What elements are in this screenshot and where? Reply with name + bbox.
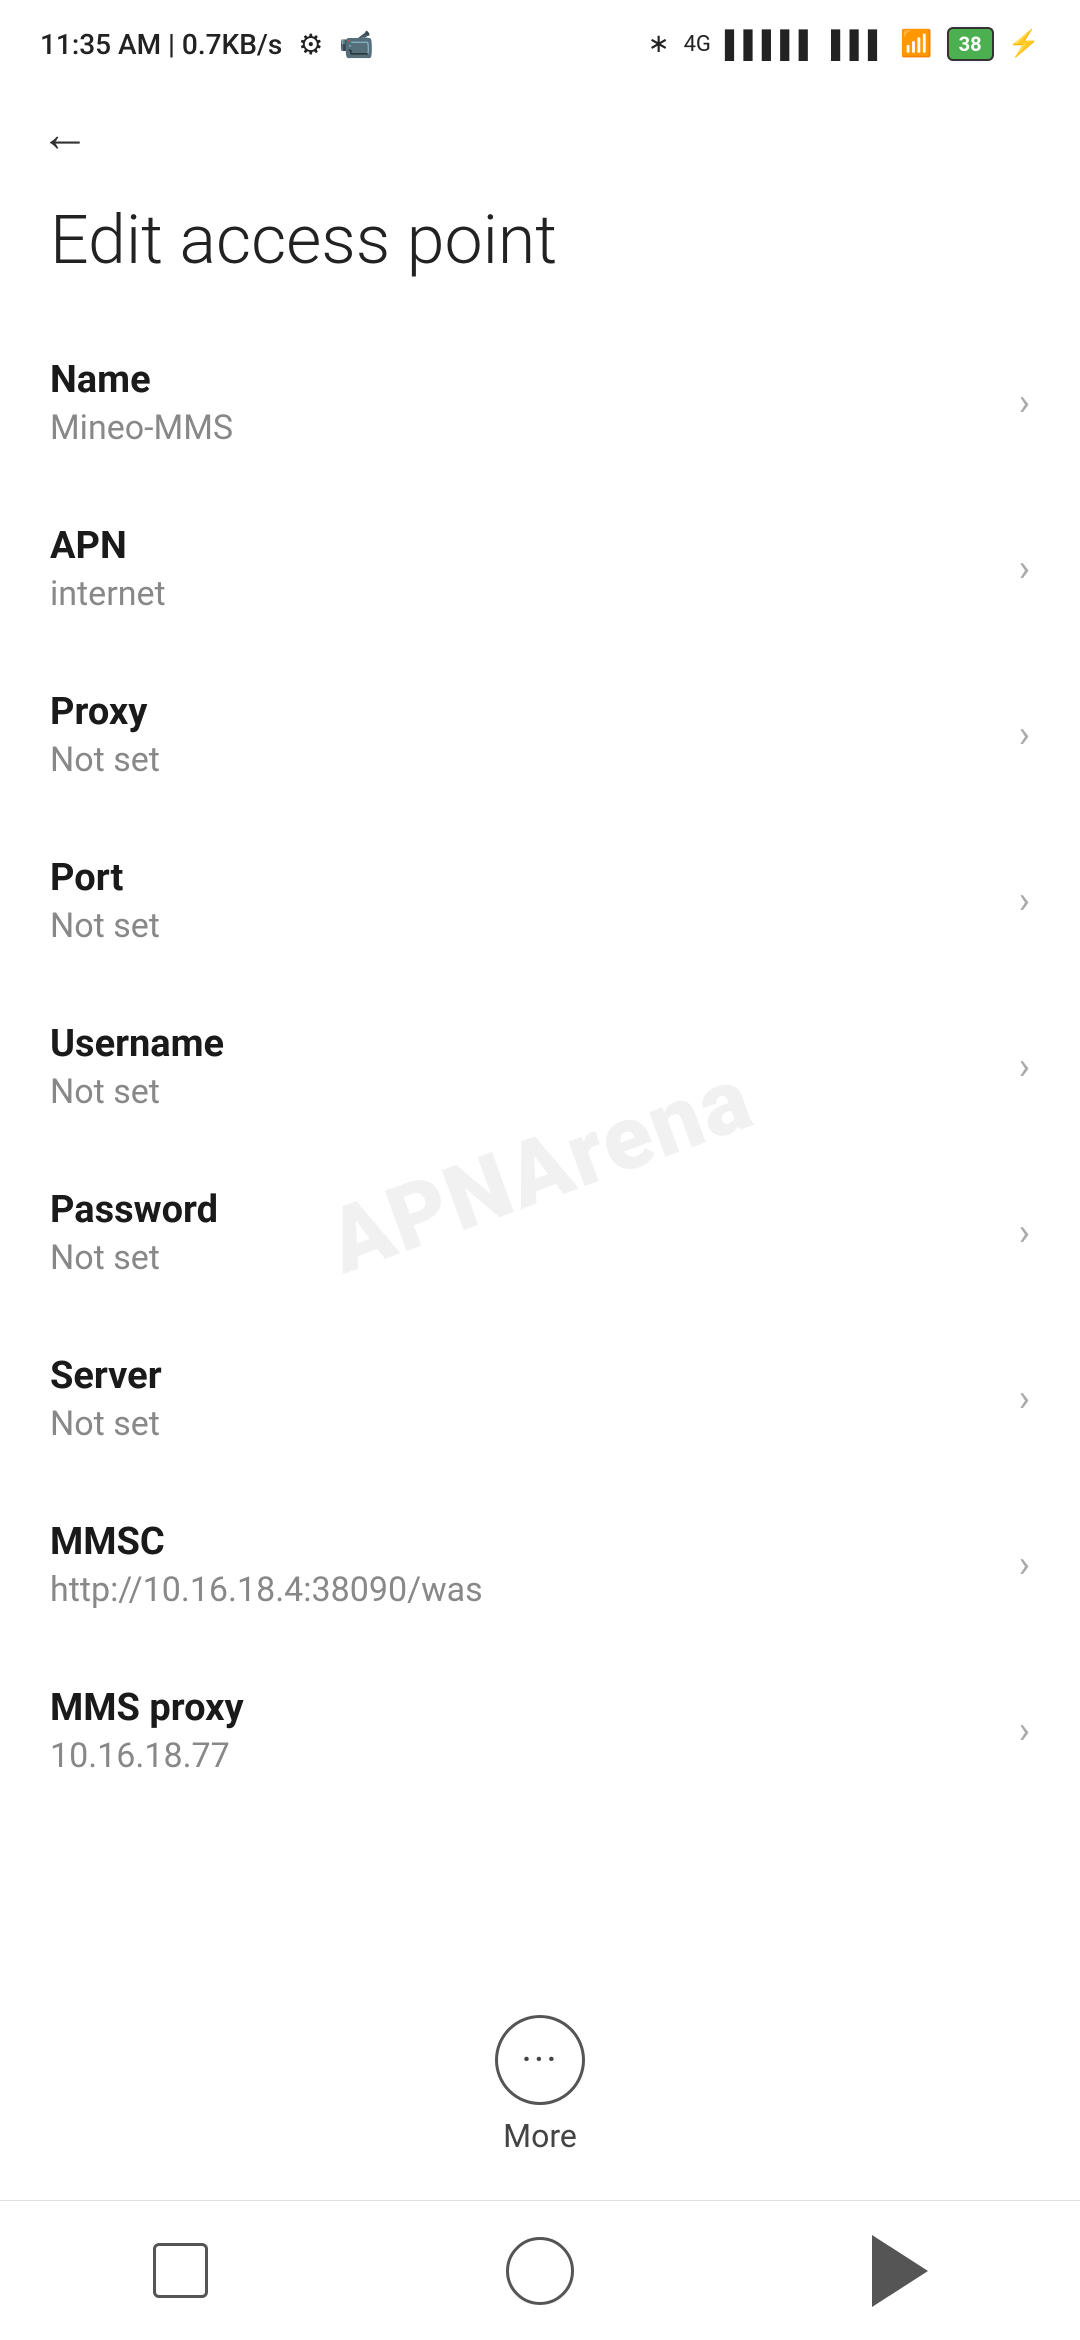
item-label-1: APN: [50, 524, 999, 568]
settings-item-server[interactable]: Server Not set ›: [0, 1316, 1080, 1482]
nav-bar: [0, 2200, 1080, 2340]
item-content: MMSC http://10.16.18.4:38090/was: [50, 1520, 999, 1610]
4g-icon: 4G: [684, 32, 711, 57]
top-bar: ←: [0, 80, 1080, 170]
item-value-6: Not set: [50, 1404, 999, 1444]
status-icons: ∗ 4G ▌▌▌▌▌ ▌▌▌ 📶 38 ⚡: [648, 27, 1040, 61]
back-icon: [872, 2235, 928, 2307]
bluetooth-icon: ∗: [648, 29, 670, 59]
item-value-4: Not set: [50, 1072, 999, 1112]
home-icon: [506, 2237, 574, 2305]
settings-icon: ⚙: [298, 28, 323, 61]
item-content: Server Not set: [50, 1354, 999, 1444]
chevron-icon: ›: [1019, 381, 1030, 425]
item-content: Name Mineo-MMS: [50, 358, 999, 448]
item-label-7: MMSC: [50, 1520, 999, 1564]
chevron-icon: ›: [1019, 547, 1030, 591]
status-bar: 11:35 AM | 0.7KB/s ⚙ 📹 ∗ 4G ▌▌▌▌▌ ▌▌▌ 📶 …: [0, 0, 1080, 80]
settings-item-mmsc[interactable]: MMSC http://10.16.18.4:38090/was ›: [0, 1482, 1080, 1648]
item-value-3: Not set: [50, 906, 999, 946]
charging-icon: ⚡: [1008, 29, 1040, 59]
recents-icon: [153, 2243, 208, 2298]
settings-item-port[interactable]: Port Not set ›: [0, 818, 1080, 984]
chevron-icon: ›: [1019, 1045, 1030, 1089]
chevron-icon: ›: [1019, 1543, 1030, 1587]
settings-item-mms-proxy[interactable]: MMS proxy 10.16.18.77 ›: [0, 1648, 1080, 1814]
settings-item-proxy[interactable]: Proxy Not set ›: [0, 652, 1080, 818]
item-content: Password Not set: [50, 1188, 999, 1278]
signal-icon2: ▌▌▌: [831, 29, 886, 60]
settings-list: Name Mineo-MMS › APN internet › Proxy No…: [0, 320, 1080, 1814]
battery-level: 38: [947, 27, 994, 61]
settings-item-name[interactable]: Name Mineo-MMS ›: [0, 320, 1080, 486]
back-button[interactable]: ←: [40, 110, 90, 160]
item-label-3: Port: [50, 856, 999, 900]
item-value-8: 10.16.18.77: [50, 1736, 999, 1776]
settings-item-password[interactable]: Password Not set ›: [0, 1150, 1080, 1316]
item-value-2: Not set: [50, 740, 999, 780]
item-value-1: internet: [50, 574, 999, 614]
item-content: APN internet: [50, 524, 999, 614]
item-value-0: Mineo-MMS: [50, 408, 999, 448]
item-content: Proxy Not set: [50, 690, 999, 780]
item-label-6: Server: [50, 1354, 999, 1398]
chevron-icon: ›: [1019, 1211, 1030, 1255]
more-label: More: [503, 2117, 577, 2155]
status-time: 11:35 AM | 0.7KB/s ⚙ 📹: [40, 28, 374, 61]
chevron-icon: ›: [1019, 879, 1030, 923]
item-content: Username Not set: [50, 1022, 999, 1112]
chevron-icon: ›: [1019, 1377, 1030, 1421]
wifi-icon: 📶: [900, 29, 932, 59]
item-label-4: Username: [50, 1022, 999, 1066]
time-speed-text: 11:35 AM | 0.7KB/s: [40, 28, 282, 61]
item-label-8: MMS proxy: [50, 1686, 999, 1730]
item-value-5: Not set: [50, 1238, 999, 1278]
nav-recents-button[interactable]: [120, 2231, 240, 2311]
item-label-2: Proxy: [50, 690, 999, 734]
chevron-icon: ›: [1019, 1709, 1030, 1753]
nav-back-button[interactable]: [840, 2231, 960, 2311]
item-label-5: Password: [50, 1188, 999, 1232]
video-icon: 📹: [339, 28, 374, 61]
chevron-icon: ›: [1019, 713, 1030, 757]
item-value-7: http://10.16.18.4:38090/was: [50, 1570, 999, 1610]
item-content: Port Not set: [50, 856, 999, 946]
nav-home-button[interactable]: [480, 2231, 600, 2311]
page-title: Edit access point: [0, 170, 1080, 320]
more-button[interactable]: ··· More: [495, 1975, 585, 2185]
more-circle: ···: [495, 2015, 585, 2105]
signal-icon: ▌▌▌▌▌: [725, 29, 817, 60]
settings-item-username[interactable]: Username Not set ›: [0, 984, 1080, 1150]
item-content: MMS proxy 10.16.18.77: [50, 1686, 999, 1776]
more-dots-icon: ···: [521, 2040, 558, 2080]
item-label-0: Name: [50, 358, 999, 402]
settings-item-apn[interactable]: APN internet ›: [0, 486, 1080, 652]
